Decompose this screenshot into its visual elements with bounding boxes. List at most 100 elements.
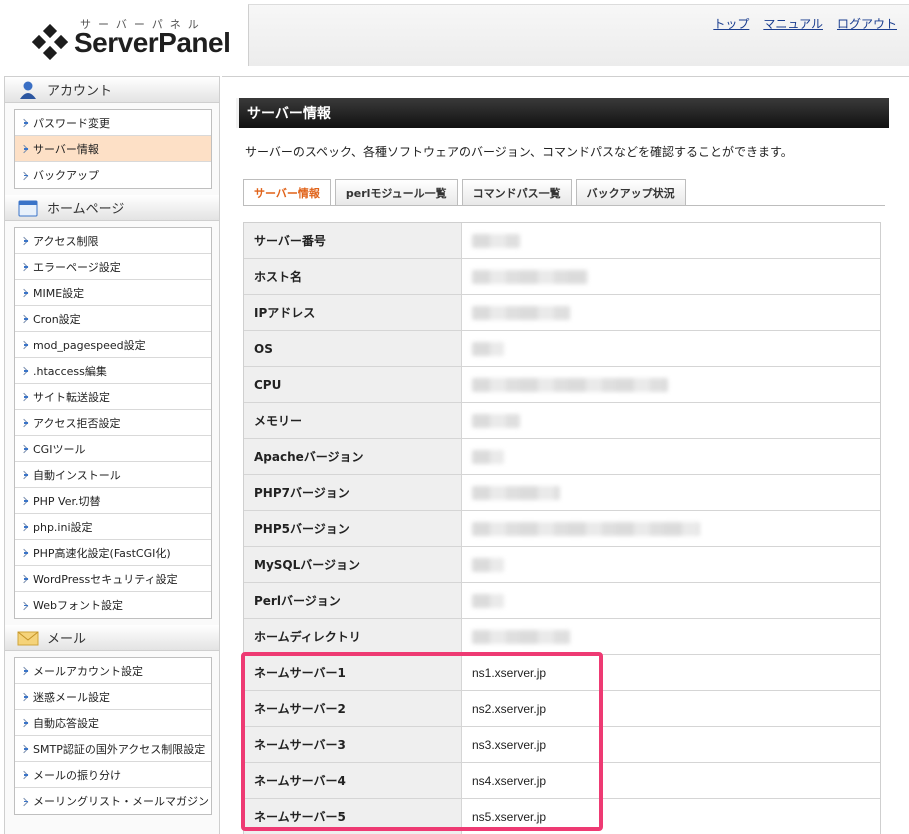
row-label: MySQLバージョン: [244, 547, 462, 582]
row-label: サーバー番号: [244, 223, 462, 258]
sidebar-item[interactable]: 自動応答設定: [15, 710, 211, 736]
redacted-value: [462, 259, 880, 294]
envelope-icon: [17, 628, 39, 648]
arrow-icon: [21, 118, 30, 127]
arrow-icon: [21, 601, 30, 610]
sidebar-item-label: 自動応答設定: [33, 716, 99, 730]
row-label: ネームサーバー4: [244, 763, 462, 798]
sidebar-item[interactable]: php.ini設定: [15, 514, 211, 540]
redacted-value: [462, 439, 880, 474]
redacted-value: [462, 619, 880, 654]
row-label: IPアドレス: [244, 295, 462, 330]
logout-link[interactable]: ログアウト: [837, 15, 897, 32]
table-row: ネームサーバー2 ns2.xserver.jp: [244, 691, 880, 727]
sidebar-item-label: Cron設定: [33, 312, 81, 326]
sidebar-item[interactable]: PHP高速化設定(FastCGI化): [15, 540, 211, 566]
row-label: メモリー: [244, 403, 462, 438]
table-row: サーバー番号: [244, 223, 880, 259]
sidebar-item[interactable]: MIME設定: [15, 280, 211, 306]
redacted-blur: [472, 377, 668, 392]
table-row: ホームディレクトリ: [244, 619, 880, 655]
server-info-table: サーバー番号 ホスト名 IPアドレス OS CPU メモリー Apacheバージョン PHP7…: [243, 222, 881, 834]
sidebar-item[interactable]: CGIツール: [15, 436, 211, 462]
redacted-blur: [472, 341, 504, 356]
sidebar-item[interactable]: アクセス制限: [15, 228, 211, 254]
sidebar-item[interactable]: Webフォント設定: [15, 592, 211, 618]
row-label: ホームディレクトリ: [244, 619, 462, 654]
tab-2[interactable]: コマンドパス一覧: [461, 179, 572, 205]
sidebar-item-label: アクセス制限: [33, 234, 99, 248]
arrow-icon: [21, 262, 30, 271]
sidebar-item-label: アクセス拒否設定: [33, 416, 121, 430]
table-row: ホスト名: [244, 259, 880, 295]
table-row: ネームサーバー3 ns3.xserver.jp: [244, 727, 880, 763]
redacted-blur: [472, 449, 504, 464]
arrow-icon: [21, 522, 30, 531]
sidebar-item-label: サイト転送設定: [33, 390, 110, 404]
sidebar-section-title: ホームページ: [47, 202, 125, 217]
sidebar-item-label: SMTP認証の国外アクセス制限設定: [33, 742, 206, 756]
sidebar-item[interactable]: WordPressセキュリティ設定: [15, 566, 211, 592]
sidebar-item-label: php.ini設定: [33, 520, 93, 534]
redacted-blur: [472, 629, 570, 644]
sidebar-item[interactable]: メーリングリスト・メールマガジン: [15, 788, 211, 814]
arrow-icon: [21, 340, 30, 349]
sidebar-item[interactable]: エラーページ設定: [15, 254, 211, 280]
manual-link[interactable]: マニュアル: [763, 15, 823, 32]
sidebar: アカウント パスワード変更 サーバー情報 バックアップ ホームページ アクセス制限 エラーペ…: [4, 76, 220, 834]
redacted-value: [462, 403, 880, 438]
row-label: OS: [244, 331, 462, 366]
arrow-icon: [21, 692, 30, 701]
redacted-blur: [472, 521, 700, 536]
sidebar-item[interactable]: 迷惑メール設定: [15, 684, 211, 710]
sidebar-item-label: メールの振り分け: [33, 768, 121, 782]
tab-1[interactable]: perlモジュール一覧: [334, 179, 458, 205]
sidebar-item[interactable]: サーバー情報: [15, 136, 211, 162]
sidebar-item-label: CGIツール: [33, 442, 86, 456]
arrow-icon: [21, 770, 30, 779]
browser-window-icon: [17, 198, 39, 218]
page-title: サーバー情報: [236, 98, 889, 128]
page-description: サーバーのスペック、各種ソフトウェアのバージョン、コマンドパスなどを確認すること…: [245, 145, 793, 159]
sidebar-item[interactable]: 自動インストール: [15, 462, 211, 488]
sidebar-item-label: メーリングリスト・メールマガジン: [33, 795, 209, 808]
redacted-value: [462, 475, 880, 510]
arrow-icon: [21, 366, 30, 375]
sidebar-item[interactable]: Cron設定: [15, 306, 211, 332]
top-links: トップ マニュアル ログアウト: [713, 15, 897, 32]
redacted-value: [462, 223, 880, 258]
sidebar-item[interactable]: パスワード変更: [15, 110, 211, 136]
sidebar-section-title: メール: [47, 632, 87, 647]
table-row: IPアドレス: [244, 295, 880, 331]
row-label: PHP7バージョン: [244, 475, 462, 510]
sidebar-section-header: メール: [5, 625, 219, 651]
sidebar-item[interactable]: メールの振り分け: [15, 762, 211, 788]
sidebar-item-label: mod_pagespeed設定: [33, 338, 146, 352]
sidebar-item-label: MIME設定: [33, 286, 85, 300]
tab-0[interactable]: サーバー情報: [243, 179, 331, 206]
row-label: PHP5バージョン: [244, 511, 462, 546]
redacted-blur: [472, 305, 570, 320]
row-label: ネームサーバー2: [244, 691, 462, 726]
sidebar-item[interactable]: SMTP認証の国外アクセス制限設定: [15, 736, 211, 762]
sidebar-item[interactable]: PHP Ver.切替: [15, 488, 211, 514]
sidebar-item[interactable]: バックアップ: [15, 162, 211, 188]
redacted-value: [462, 331, 880, 366]
top-link[interactable]: トップ: [713, 15, 749, 32]
sidebar-item[interactable]: サイト転送設定: [15, 384, 211, 410]
sidebar-item-label: PHP Ver.切替: [33, 494, 101, 508]
sidebar-item[interactable]: mod_pagespeed設定: [15, 332, 211, 358]
sidebar-item[interactable]: メールアカウント設定: [15, 658, 211, 684]
arrow-icon: [21, 470, 30, 479]
row-value: ns4.xserver.jp: [472, 773, 547, 788]
sidebar-item[interactable]: アクセス拒否設定: [15, 410, 211, 436]
sidebar-item-label: 迷惑メール設定: [33, 690, 110, 704]
table-row: メモリー: [244, 403, 880, 439]
tab-3[interactable]: バックアップ状況: [575, 179, 686, 205]
sidebar-item[interactable]: .htaccess編集: [15, 358, 211, 384]
arrow-icon: [21, 171, 30, 180]
logo[interactable]: サーバーパネル ServerPanel: [0, 0, 232, 72]
arrow-icon: [21, 144, 30, 153]
redacted-value: [462, 367, 880, 402]
row-label: ネームサーバー1: [244, 655, 462, 690]
